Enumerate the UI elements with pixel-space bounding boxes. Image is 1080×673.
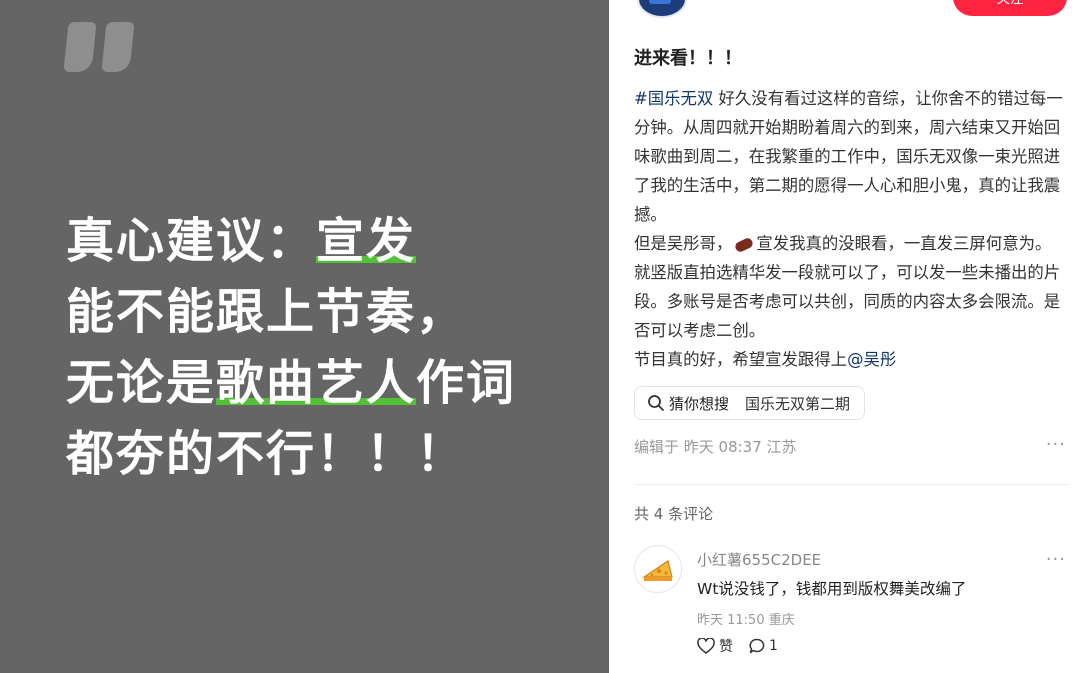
headline-line3-a: 无论是	[66, 355, 217, 411]
author-avatar[interactable]	[637, 0, 687, 18]
body-paragraph-2a: 但是吴彤哥，	[634, 234, 733, 253]
headline-line3-b: 作词	[416, 355, 517, 411]
follow-button[interactable]: 关注	[953, 0, 1067, 16]
like-button[interactable]: 赞	[697, 636, 733, 656]
headline-line2: 能不能跟上节奏，	[66, 284, 467, 340]
bean-emoji-icon	[734, 236, 755, 253]
comment-text: Wt说没钱了，钱都用到版权舞美改编了	[697, 580, 967, 598]
suggested-search-chip[interactable]: 猜你想搜 国乐无双第二期	[634, 386, 866, 420]
body-paragraph-1: 好久没有看过这样的音综，让你舍不的错过每一分钟。从周四就开始期盼着周六的到来，周…	[634, 89, 1063, 224]
divider	[634, 484, 1070, 485]
heart-icon	[697, 638, 715, 654]
post-meta: 编辑于 昨天 08:37 江苏	[634, 438, 797, 456]
comment-more-icon[interactable]: ···	[1046, 549, 1066, 570]
search-icon	[648, 395, 664, 411]
headline-highlight-1: 宣发	[316, 213, 417, 269]
comment-meta: 昨天 11:50 重庆	[697, 613, 795, 628]
headline-highlight-2: 歌曲艺人	[216, 355, 417, 411]
search-chip-query: 国乐无双第二期	[745, 394, 851, 413]
reply-count: 1	[769, 638, 778, 654]
post-panel: 关注 进来看！！！ #国乐无双 好久没有看过这样的音综，让你舍不的错过每一分钟。…	[609, 0, 1080, 673]
screen: 真心建议：宣发 能不能跟上节奏， 无论是歌曲艺人作词 都夯的不行！！！ 关注 进…	[0, 0, 1080, 673]
commenter-name[interactable]: 小红薯655C2DEE	[697, 549, 821, 570]
commenter-avatar[interactable]	[634, 545, 682, 593]
headline-line4: 都夯的不行！！！	[66, 426, 467, 482]
mention-link[interactable]: @吴彤	[847, 350, 896, 369]
cheese-avatar-icon	[642, 560, 673, 581]
post-more-icon[interactable]: ···	[1046, 434, 1066, 455]
comment-actions: 赞 1	[697, 636, 794, 656]
hashtag-link[interactable]: #国乐无双	[634, 89, 713, 108]
like-label: 赞	[719, 639, 733, 655]
comment-count: 共 4 条评论	[634, 505, 714, 523]
reply-button[interactable]: 1	[749, 638, 778, 654]
headline-line1: 真心建议：	[66, 213, 317, 269]
body-paragraph-3: 节目真的好，希望宣发跟得上	[634, 350, 848, 369]
search-chip-label: 猜你想搜	[669, 394, 730, 413]
post-title: 进来看！！！	[634, 48, 742, 69]
post-image[interactable]: 真心建议：宣发 能不能跟上节奏， 无论是歌曲艺人作词 都夯的不行！！！	[0, 0, 609, 673]
post-body: #国乐无双 好久没有看过这样的音综，让你舍不的错过每一分钟。从周四就开始期盼着周…	[634, 84, 1066, 374]
quote-mark-icon	[63, 22, 142, 76]
image-headline: 真心建议：宣发 能不能跟上节奏， 无论是歌曲艺人作词 都夯的不行！！！	[66, 206, 516, 490]
comment-bubble-icon	[749, 638, 765, 654]
